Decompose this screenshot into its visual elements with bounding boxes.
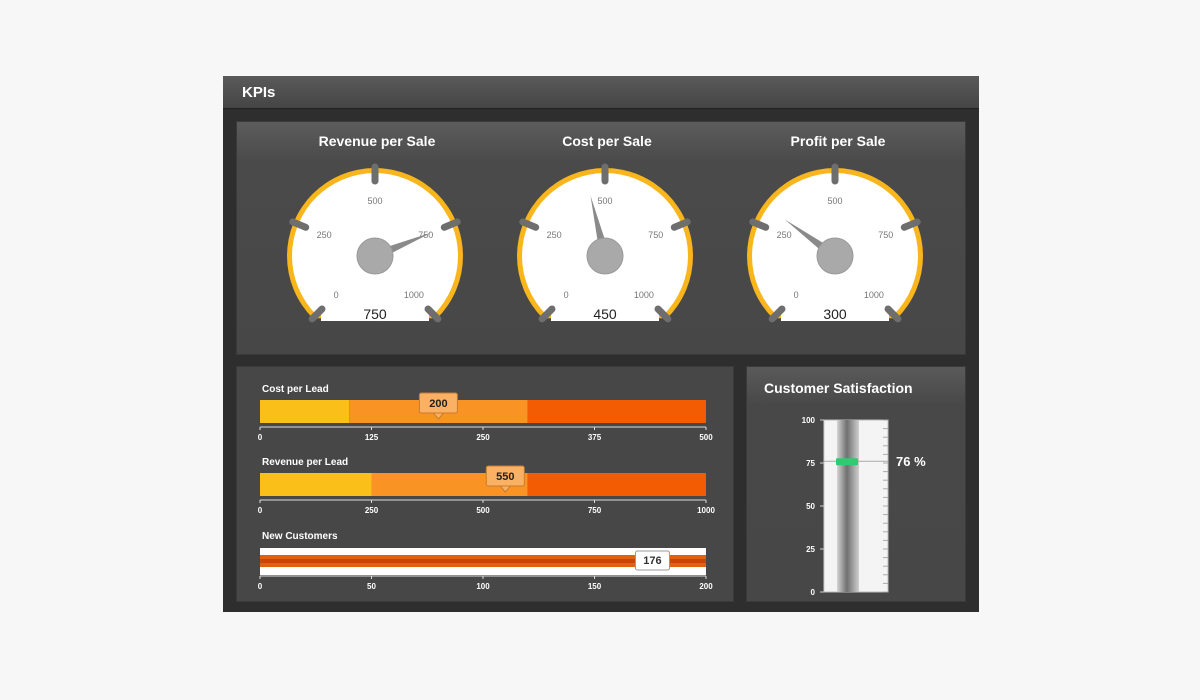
bullet-tick-label: 250: [476, 433, 490, 442]
gauge-tick-label: 750: [648, 230, 663, 240]
gauge-tick-label: 0: [334, 290, 339, 300]
gauge-tick: [900, 218, 921, 231]
bullet-tick-label: 500: [476, 506, 490, 515]
gauge-tick-label: 1000: [634, 290, 654, 300]
meter-tick-label: 75: [806, 459, 815, 468]
bullet-marker-label: 176: [643, 555, 661, 567]
gauge-tick-label: 750: [878, 230, 893, 240]
bullet-tick-label: 125: [365, 433, 379, 442]
gauge-tick: [289, 218, 310, 231]
gauge-value: 450: [593, 306, 617, 322]
satisfaction-value-label: 76 %: [896, 454, 926, 469]
bullet-tick-label: 200: [699, 582, 713, 591]
dashboard-title: KPIs: [242, 84, 276, 101]
bullet-tick-label: 0: [258, 582, 263, 591]
bullets-svg: 2000 125 250 375 5005500 250 500 750 10001760 50 1…: [258, 392, 715, 591]
gauge-tick-label: 250: [547, 230, 562, 240]
gauge-tick-label: 0: [564, 290, 569, 300]
meter-tick-label: 50: [806, 502, 815, 511]
meter-tick-label: 25: [806, 545, 815, 554]
meter-tick-label: 0: [811, 588, 816, 597]
gauge-tick: [670, 218, 691, 231]
gauge-tick-label: 250: [777, 230, 792, 240]
satisfaction-meter: 0 25 50 75 100: [802, 416, 889, 597]
bullet-marker-label: 550: [496, 471, 514, 483]
gauge-hub: [356, 237, 394, 275]
gauges-svg: 0 250 500 750 1000 750 0 250 500 750 1000 450 0 250 50…: [287, 163, 923, 323]
meter-tube: [837, 420, 859, 592]
bullet-tick-label: 50: [367, 582, 376, 591]
bullet-band: [260, 473, 372, 496]
gauge-tick: [749, 218, 770, 231]
bullet-tick-label: 250: [365, 506, 379, 515]
gauge-tick: [440, 218, 461, 231]
gauge-value: 750: [363, 306, 387, 322]
bullet-tick-label: 0: [258, 506, 263, 515]
gauge-value: 300: [823, 306, 847, 322]
meter-tick-label: 100: [802, 416, 816, 425]
gauge-tick-label: 1000: [404, 290, 424, 300]
kpi-dashboard: KPIs Revenue per Sale Cost per Sale Prof…: [223, 76, 979, 612]
dashboard-header: KPIs: [223, 76, 979, 109]
bullet-tick-label: 0: [258, 433, 263, 442]
gauge-hub: [586, 237, 624, 275]
satisfaction-svg: 0 25 50 75 100: [802, 416, 889, 597]
bullet-band: [527, 400, 706, 423]
gauge-tick-label: 250: [317, 230, 332, 240]
bullet-tick-label: 500: [699, 433, 713, 442]
gauges-panel: Revenue per Sale Cost per Sale Profit pe…: [236, 121, 966, 355]
bullet-charts-panel: Cost per Lead Revenue per Lead New Custo…: [236, 366, 734, 602]
bullet-chart-2: 176 0 50 100 150 200: [258, 548, 713, 591]
bullet-marker-label: 200: [429, 398, 447, 410]
gauge-tick-label: 500: [367, 196, 382, 206]
bullet-band: [260, 400, 350, 423]
gauge-2: 0 250 500 750 1000 300: [747, 163, 923, 323]
bullet-tick-label: 375: [588, 433, 602, 442]
gauge-tick-label: 500: [597, 196, 612, 206]
bullet-chart-1: 550 0 250 500 750 1000: [258, 465, 715, 515]
bullet-chart-0: 200 0 125 250 375 500: [258, 392, 713, 442]
bullet-tick-label: 1000: [697, 506, 715, 515]
bullet-band: [527, 473, 706, 496]
gauge-tick-label: 1000: [864, 290, 884, 300]
gauge-1: 0 250 500 750 1000 450: [517, 163, 693, 323]
bullet-tick-label: 750: [588, 506, 602, 515]
gauge-hub: [816, 237, 854, 275]
gauge-tick-label: 0: [794, 290, 799, 300]
bullet-tick-label: 150: [588, 582, 602, 591]
gauge-tick: [519, 218, 540, 231]
bullet-tick-label: 100: [476, 582, 490, 591]
meter-value-marker: [836, 458, 858, 466]
gauge-tick-label: 500: [827, 196, 842, 206]
customer-satisfaction-panel: Customer Satisfaction 0 25 50 75 100 76 %: [746, 366, 966, 602]
gauge-0: 02505007501000750: [287, 163, 463, 323]
